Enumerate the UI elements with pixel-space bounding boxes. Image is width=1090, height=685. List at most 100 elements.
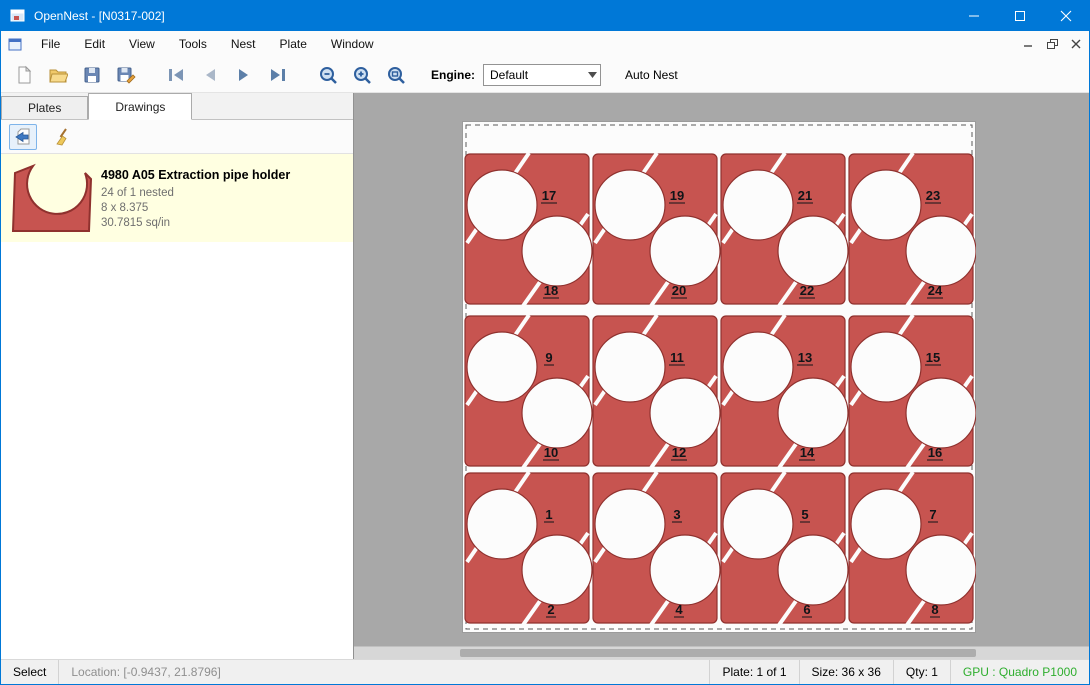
- pipe-notch: [595, 332, 665, 402]
- scrollbar-thumb[interactable]: [460, 649, 976, 657]
- menu-nest[interactable]: Nest: [219, 31, 268, 57]
- nested-part-pair[interactable]: 12: [465, 472, 592, 625]
- engine-select[interactable]: Default: [483, 64, 601, 86]
- nested-part-pair[interactable]: 56: [721, 472, 848, 625]
- pipe-notch: [906, 378, 976, 448]
- engine-label: Engine:: [431, 68, 475, 82]
- clear-button[interactable]: [49, 124, 77, 150]
- mdi-minimize-icon[interactable]: [1017, 34, 1039, 54]
- status-gpu: GPU : Quadro P1000: [950, 660, 1089, 684]
- menu-plate[interactable]: Plate: [268, 31, 319, 57]
- plate-canvas[interactable]: 171819202122232491011121314151612345678: [462, 121, 976, 633]
- status-location: Location: [-0.9437, 21.8796]: [59, 660, 232, 684]
- part-number-label: 9: [545, 350, 552, 365]
- menu-view[interactable]: View: [117, 31, 167, 57]
- save-button[interactable]: [77, 60, 107, 90]
- pipe-notch: [467, 170, 537, 240]
- first-plate-button[interactable]: [161, 60, 191, 90]
- menu-tools[interactable]: Tools: [167, 31, 219, 57]
- part-number-label: 13: [798, 350, 812, 365]
- nested-part-pair[interactable]: 9 10: [465, 315, 592, 468]
- title-bar: OpenNest - [N0317-002]: [1, 1, 1089, 31]
- mdi-restore-icon[interactable]: [1041, 34, 1063, 54]
- status-mode: Select: [1, 660, 58, 684]
- drawing-list-item[interactable]: 4980 A05 Extraction pipe holder 24 of 1 …: [1, 154, 353, 242]
- drawing-title: 4980 A05 Extraction pipe holder: [101, 168, 290, 182]
- part-number-label: 3: [673, 507, 680, 522]
- pipe-notch: [467, 489, 537, 559]
- new-file-button[interactable]: [9, 60, 39, 90]
- part-number-label: 10: [544, 445, 558, 460]
- drawing-nested-count: 24 of 1 nested: [101, 186, 290, 201]
- next-plate-button[interactable]: [229, 60, 259, 90]
- nested-part-pair[interactable]: 34: [593, 472, 720, 625]
- horizontal-scrollbar[interactable]: [354, 646, 1089, 659]
- import-drawing-button[interactable]: [9, 124, 37, 150]
- previous-plate-button[interactable]: [195, 60, 225, 90]
- part-number-label: 2: [547, 602, 554, 617]
- next-plate-icon: [234, 65, 254, 85]
- pipe-notch: [906, 535, 976, 605]
- nested-part-pair[interactable]: 78: [849, 472, 976, 625]
- part-number-label: 21: [798, 188, 812, 203]
- nested-part-pair[interactable]: 1718: [465, 153, 592, 306]
- nested-part-pair[interactable]: 1112: [593, 315, 720, 468]
- mdi-close-icon[interactable]: [1065, 34, 1087, 54]
- pipe-notch: [650, 216, 720, 286]
- left-panel: Plates Drawings: [1, 93, 354, 659]
- part-number-label: 12: [672, 445, 686, 460]
- part-number-label: 17: [542, 188, 556, 203]
- part-number-label: 8: [931, 602, 938, 617]
- auto-nest-button[interactable]: Auto Nest: [625, 68, 678, 82]
- pipe-notch: [723, 170, 793, 240]
- pipe-notch: [851, 332, 921, 402]
- pipe-notch: [723, 489, 793, 559]
- main-toolbar: Engine: Default Auto Nest: [1, 57, 1089, 93]
- pipe-notch: [595, 170, 665, 240]
- pipe-notch: [778, 216, 848, 286]
- open-file-button[interactable]: [43, 60, 73, 90]
- pipe-notch: [778, 378, 848, 448]
- part-number-label: 7: [929, 507, 936, 522]
- part-number-label: 15: [926, 350, 940, 365]
- zoom-in-button[interactable]: [347, 60, 377, 90]
- part-number-label: 23: [926, 188, 940, 203]
- drawing-area: 30.7815 sq/in: [101, 216, 290, 231]
- pipe-notch: [723, 332, 793, 402]
- nested-part-pair[interactable]: 2324: [849, 153, 976, 306]
- status-qty: Qty: 1: [893, 660, 950, 684]
- menu-file[interactable]: File: [29, 31, 72, 57]
- maximize-button[interactable]: [997, 1, 1043, 31]
- drawings-toolbar: [1, 120, 353, 154]
- part-number-label: 1: [545, 507, 552, 522]
- pipe-notch: [467, 332, 537, 402]
- status-size: Size: 36 x 36: [799, 660, 893, 684]
- part-number-label: 22: [800, 283, 814, 298]
- minimize-button[interactable]: [951, 1, 997, 31]
- app-icon: [10, 8, 26, 24]
- zoom-out-button[interactable]: [313, 60, 343, 90]
- close-button[interactable]: [1043, 1, 1089, 31]
- nested-part-pair[interactable]: 1314: [721, 315, 848, 468]
- menu-window[interactable]: Window: [319, 31, 386, 57]
- nested-part-pair[interactable]: 21 22: [721, 153, 848, 306]
- zoom-fit-button[interactable]: [381, 60, 411, 90]
- broom-icon: [53, 127, 73, 147]
- nesting-canvas[interactable]: 171819202122232491011121314151612345678: [354, 93, 1089, 659]
- tab-plates[interactable]: Plates: [1, 96, 88, 119]
- part-number-label: 4: [675, 602, 683, 617]
- part-number-label: 19: [670, 188, 684, 203]
- nested-part-pair[interactable]: 1516: [849, 315, 976, 468]
- zoom-out-icon: [318, 65, 338, 85]
- nested-part-pair[interactable]: 1920: [593, 153, 720, 306]
- pipe-notch: [522, 378, 592, 448]
- last-plate-button[interactable]: [263, 60, 293, 90]
- new-file-icon: [14, 65, 34, 85]
- save-edit-button[interactable]: [111, 60, 141, 90]
- tab-drawings[interactable]: Drawings: [88, 93, 192, 120]
- open-file-icon: [48, 65, 68, 85]
- import-drawing-icon: [13, 127, 33, 147]
- zoom-fit-icon: [386, 65, 406, 85]
- panel-tabs: Plates Drawings: [1, 93, 353, 120]
- menu-edit[interactable]: Edit: [72, 31, 117, 57]
